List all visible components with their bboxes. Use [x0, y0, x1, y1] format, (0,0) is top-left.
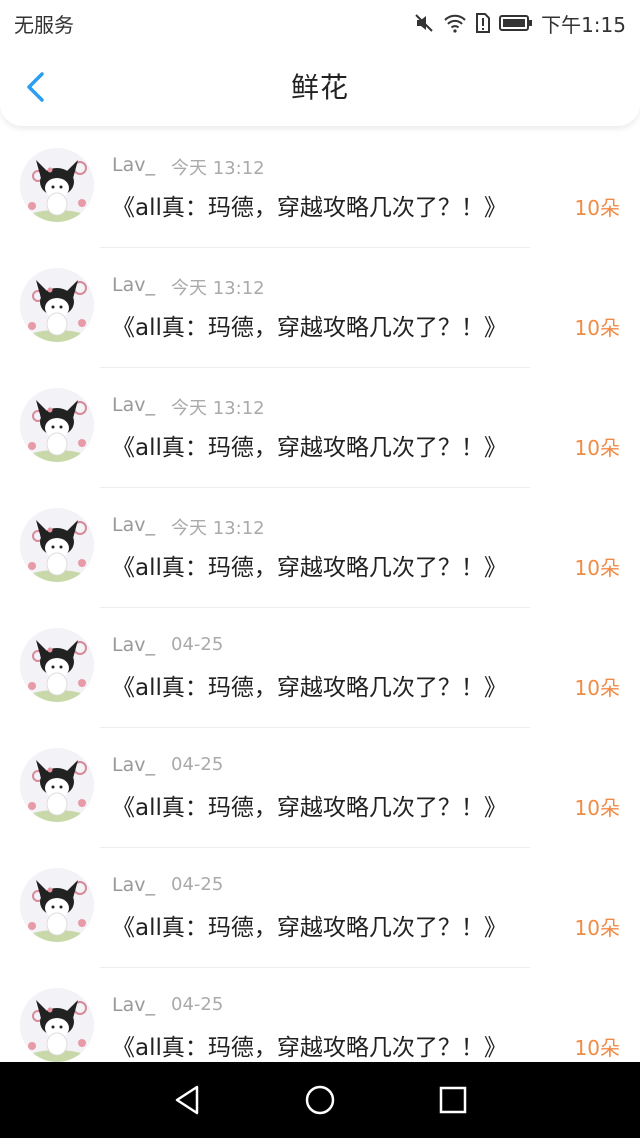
- username[interactable]: Lav_: [112, 874, 155, 896]
- screen: 无服务 下午1:15 鲜花 Lav_ 今天 13:12 《all真：玛德，穿越攻…: [0, 0, 640, 1138]
- username[interactable]: Lav_: [112, 754, 155, 776]
- timestamp: 今天 13:12: [171, 278, 265, 299]
- back-triangle-icon: [175, 1085, 198, 1115]
- recents-square-icon: [440, 1086, 467, 1114]
- avatar-image: [20, 988, 94, 1062]
- username[interactable]: Lav_: [112, 274, 155, 296]
- book-title[interactable]: 《all真：玛德，穿越攻略几次了？！》: [112, 428, 507, 462]
- list-item[interactable]: Lav_ 04-25 《all真：玛德，穿越攻略几次了？！》 10朵: [0, 728, 640, 848]
- username[interactable]: Lav_: [112, 994, 155, 1016]
- list-item[interactable]: Lav_ 今天 13:12 《all真：玛德，穿越攻略几次了？！》 10朵: [0, 248, 640, 368]
- list-item[interactable]: Lav_ 04-25 《all真：玛德，穿越攻略几次了？！》 10朵: [0, 848, 640, 968]
- avatar-image: [20, 148, 94, 222]
- alert-sim-icon: [475, 12, 491, 34]
- wifi-icon: [443, 13, 467, 33]
- avatar-image: [20, 508, 94, 582]
- avatar-image: [20, 868, 94, 942]
- flower-count: 10朵: [574, 796, 620, 820]
- book-title[interactable]: 《all真：玛德，穿越攻略几次了？！》: [112, 1028, 507, 1062]
- avatar-image: [20, 748, 94, 822]
- status-icons: 下午1:15: [413, 9, 626, 38]
- book-title[interactable]: 《all真：玛德，穿越攻略几次了？！》: [112, 548, 507, 582]
- flower-count: 10朵: [574, 196, 620, 220]
- avatar[interactable]: [20, 268, 94, 342]
- avatar[interactable]: [20, 148, 94, 222]
- nav-home-button[interactable]: [290, 1070, 350, 1130]
- avatar[interactable]: [20, 868, 94, 942]
- username[interactable]: Lav_: [112, 634, 155, 656]
- list-item[interactable]: Lav_ 04-25 《all真：玛德，穿越攻略几次了？！》 10朵: [0, 968, 640, 1062]
- timestamp: 04-25: [171, 994, 224, 1015]
- timestamp: 今天 13:12: [171, 518, 265, 539]
- book-title[interactable]: 《all真：玛德，穿越攻略几次了？！》: [112, 908, 507, 942]
- mute-icon: [413, 12, 435, 34]
- username[interactable]: Lav_: [112, 394, 155, 416]
- flower-count: 10朵: [574, 676, 620, 700]
- avatar[interactable]: [20, 388, 94, 462]
- timestamp: 04-25: [171, 874, 224, 895]
- page-title: 鲜花: [290, 71, 349, 104]
- book-title[interactable]: 《all真：玛德，穿越攻略几次了？！》: [112, 188, 507, 222]
- list-item[interactable]: Lav_ 今天 13:12 《all真：玛德，穿越攻略几次了？！》 10朵: [0, 128, 640, 248]
- avatar-image: [20, 628, 94, 702]
- avatar[interactable]: [20, 508, 94, 582]
- username[interactable]: Lav_: [112, 154, 155, 176]
- timestamp: 04-25: [171, 754, 224, 775]
- flower-count: 10朵: [574, 556, 620, 580]
- flower-count: 10朵: [574, 436, 620, 460]
- header: 鲜花: [0, 46, 640, 126]
- book-title[interactable]: 《all真：玛德，穿越攻略几次了？！》: [112, 308, 507, 342]
- list-item[interactable]: Lav_ 04-25 《all真：玛德，穿越攻略几次了？！》 10朵: [0, 608, 640, 728]
- chevron-left-icon: [27, 72, 44, 102]
- clock: 下午1:15: [541, 12, 626, 37]
- timestamp: 今天 13:12: [171, 398, 265, 419]
- status-bar: 无服务 下午1:15: [0, 0, 640, 46]
- back-button[interactable]: [18, 70, 52, 104]
- avatar-image: [20, 388, 94, 462]
- avatar[interactable]: [20, 628, 94, 702]
- avatar[interactable]: [20, 748, 94, 822]
- avatar[interactable]: [20, 988, 94, 1062]
- list-item[interactable]: Lav_ 今天 13:12 《all真：玛德，穿越攻略几次了？！》 10朵: [0, 368, 640, 488]
- flower-list: Lav_ 今天 13:12 《all真：玛德，穿越攻略几次了？！》 10朵 La…: [0, 128, 640, 1062]
- timestamp: 今天 13:12: [171, 158, 265, 179]
- username[interactable]: Lav_: [112, 514, 155, 536]
- nav-recents-button[interactable]: [423, 1070, 483, 1130]
- list-item[interactable]: Lav_ 今天 13:12 《all真：玛德，穿越攻略几次了？！》 10朵: [0, 488, 640, 608]
- book-title[interactable]: 《all真：玛德，穿越攻略几次了？！》: [112, 668, 507, 702]
- book-title[interactable]: 《all真：玛德，穿越攻略几次了？！》: [112, 788, 507, 822]
- flower-count: 10朵: [574, 316, 620, 340]
- navigation-bar: [0, 1062, 640, 1138]
- flower-count: 10朵: [574, 1036, 620, 1060]
- carrier-label: 无服务: [14, 12, 74, 37]
- battery-icon: [499, 14, 533, 32]
- home-circle-icon: [305, 1085, 335, 1115]
- avatar-image: [20, 268, 94, 342]
- nav-back-button[interactable]: [157, 1070, 217, 1130]
- flower-count: 10朵: [574, 916, 620, 940]
- timestamp: 04-25: [171, 634, 224, 655]
